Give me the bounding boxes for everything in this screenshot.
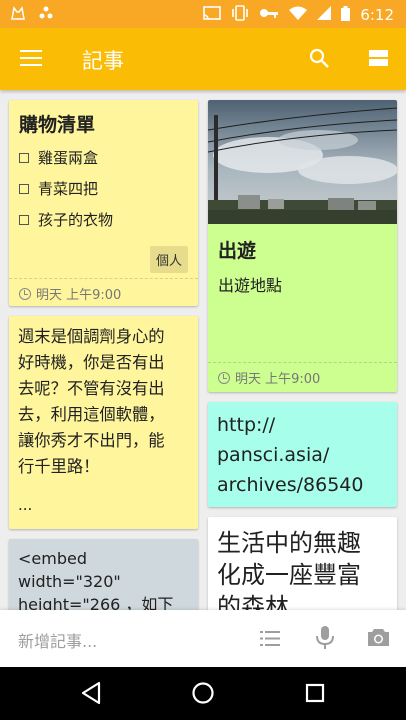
note-line: width="320" <box>18 572 121 591</box>
new-note-input[interactable]: 新增記事... <box>18 628 97 652</box>
pinwheel-icon <box>38 5 54 25</box>
menu-icon[interactable] <box>20 50 42 66</box>
note-ellipsis: ... <box>18 496 33 514</box>
key-icon <box>259 7 279 23</box>
app-title: 記事 <box>82 49 124 73</box>
mic-icon[interactable] <box>316 626 334 650</box>
clock-icon <box>19 287 31 300</box>
search-icon[interactable] <box>309 48 329 68</box>
note-line: 生活中的無趣 <box>217 529 361 557</box>
cat-icon <box>10 5 26 25</box>
note-line: 去呢？不管有沒有出 <box>18 379 165 398</box>
clock-icon <box>218 371 230 384</box>
note-shopping-list[interactable]: 購物清單 雞蛋兩盒 青菜四把 孩子的衣物 個人 明天 上午9:00 <box>9 100 198 306</box>
recents-icon[interactable] <box>305 683 325 707</box>
status-bar: 6:12 <box>0 0 406 28</box>
checklist-item-text: 雞蛋兩盒 <box>38 149 99 167</box>
note-line: <embed <box>18 549 87 568</box>
checkbox[interactable] <box>19 214 29 225</box>
note-embed[interactable]: <embed width="320" height="266 ，如下 <box>9 539 198 619</box>
note-line: 週末是個調劑身心的 <box>18 327 165 346</box>
note-line: 讓你秀才不出門，能 <box>18 431 165 450</box>
note-line: 化成一座豐富 <box>217 561 361 589</box>
note-title: 出遊 <box>218 240 257 262</box>
reminder-text: 明天 上午9:00 <box>36 288 122 303</box>
checklist-item[interactable]: 雞蛋兩盒 <box>19 147 98 168</box>
wifi-icon <box>289 6 308 24</box>
checklist-item[interactable]: 孩子的衣物 <box>19 209 113 230</box>
checklist-item[interactable]: 青菜四把 <box>19 178 98 199</box>
checklist-item-text: 青菜四把 <box>38 180 99 198</box>
reminder[interactable]: 明天 上午9:00 <box>208 362 397 392</box>
note-line: 好時機，你是否有出 <box>18 353 165 372</box>
reminder-text: 明天 上午9:00 <box>235 372 321 387</box>
note-photo <box>208 100 397 224</box>
note-line: http:// <box>217 414 276 436</box>
checkbox[interactable] <box>19 152 29 163</box>
note-line: 行千里路！ <box>18 457 100 476</box>
list-icon[interactable] <box>260 630 280 647</box>
reminder[interactable]: 明天 上午9:00 <box>9 278 198 306</box>
note-line: pansci.asia/ <box>217 444 330 466</box>
signal-icon <box>317 6 332 24</box>
camera-icon[interactable] <box>367 628 390 647</box>
note-weekend[interactable]: 週末是個調劑身心的 好時機，你是否有出 去呢？不管有沒有出 去，利用這個軟體， … <box>9 316 198 529</box>
vibrate-icon <box>231 5 249 25</box>
note-body: 出遊地點 <box>218 276 283 295</box>
clock-time: 6:12 <box>360 6 394 24</box>
note-life[interactable]: 生活中的無趣 化成一座豐富 的森林 <box>208 517 397 619</box>
label-chip[interactable]: 個人 <box>149 246 188 273</box>
new-note-bar: 新增記事... <box>0 610 406 667</box>
cast-icon <box>203 6 222 24</box>
note-trip[interactable]: 出遊 出遊地點 明天 上午9:00 <box>208 100 397 392</box>
note-line: archives/86540 <box>217 474 364 496</box>
note-title: 購物清單 <box>19 114 96 136</box>
checklist-item-text: 孩子的衣物 <box>38 211 114 229</box>
back-icon[interactable] <box>80 681 102 709</box>
battery-icon <box>341 5 351 25</box>
layout-toggle-icon[interactable] <box>369 50 388 66</box>
system-nav-bar <box>0 667 406 720</box>
note-link[interactable]: http:// pansci.asia/ archives/86540 <box>208 402 397 507</box>
home-icon[interactable] <box>191 681 215 709</box>
note-line: 去，利用這個軟體， <box>18 405 165 424</box>
app-bar: 記事 <box>0 28 406 90</box>
checkbox[interactable] <box>19 183 29 194</box>
